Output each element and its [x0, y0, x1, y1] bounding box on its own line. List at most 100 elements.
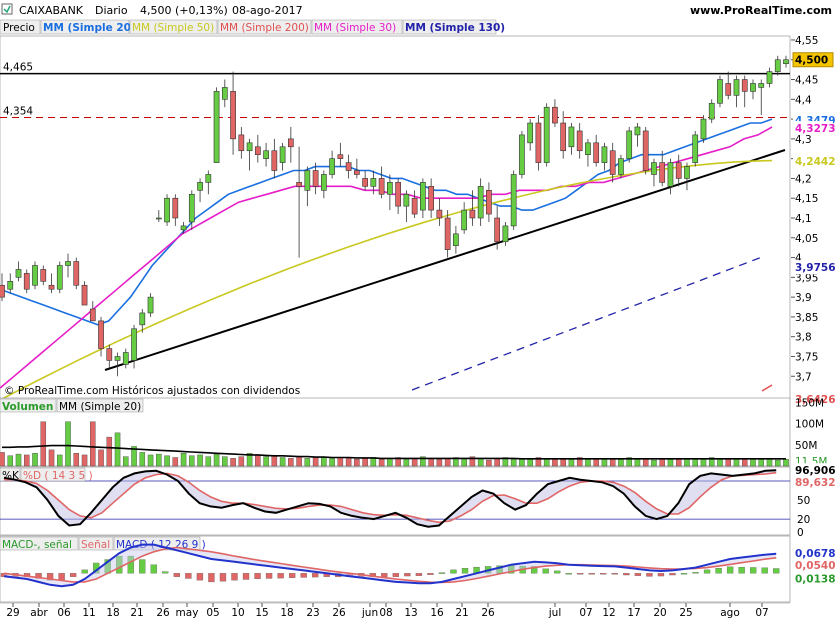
x-tick-label: 26: [332, 607, 346, 619]
volume-bar: [403, 459, 410, 467]
macd-hist-bar: [554, 570, 561, 574]
x-tick-label: 06: [57, 607, 71, 619]
x-tick-label: 08: [379, 607, 392, 619]
volume-panel[interactable]: Volumen MM (Simple 20) 150M100M50M11,5M: [0, 397, 833, 469]
volume-bar: [32, 453, 38, 467]
macd-hist-bar: [219, 573, 227, 582]
macd-hist-bar: [312, 573, 319, 578]
volume-bar: [651, 459, 657, 467]
candle-body: [766, 71, 773, 84]
volume-bar: [263, 456, 269, 467]
candle-body: [486, 190, 492, 215]
volume-bar: [57, 454, 63, 467]
macd-hist-bar: [738, 566, 745, 574]
volume-bar: [123, 456, 129, 467]
x-tick-label: 18: [106, 607, 119, 619]
volume-bar: [387, 458, 393, 467]
volume-bar: [114, 432, 121, 467]
x-tick-label: 07: [755, 607, 768, 619]
macd-hist-bar: [692, 572, 699, 574]
volume-tick-label: 100M: [795, 419, 824, 431]
candle: [642, 127, 649, 175]
quote-label: 4,500 (+0,13%): [140, 4, 228, 17]
macd-hist-bar: [162, 571, 169, 574]
macd-panel[interactable]: MACD-, señal Señal MACD ( 12 26 9 )0,06780…: [0, 535, 835, 603]
volume-bar: [774, 459, 781, 467]
candle-body: [535, 122, 542, 163]
candle-body: [420, 182, 426, 211]
candle-body: [271, 150, 278, 171]
volume-bar: [750, 459, 756, 467]
macd-hist-bar: [750, 567, 757, 574]
candle-body: [436, 209, 443, 219]
price-tick-label: 3,75: [795, 351, 818, 363]
macd-hist-bar: [761, 567, 768, 574]
candle-body: [238, 134, 245, 152]
candle-body: [444, 217, 451, 250]
volume-bar: [675, 459, 682, 467]
x-tick-label: 16: [430, 607, 444, 619]
volume-bar: [494, 458, 500, 467]
x-tick-label: 26: [156, 607, 170, 619]
candle-body: [626, 130, 633, 159]
volume-tick-label: 150M: [795, 397, 824, 409]
macd-hist-bar: [58, 573, 65, 581]
volume-bar: [23, 454, 30, 467]
volume-bar: [725, 459, 731, 467]
candle-body: [221, 87, 228, 100]
volume-bar: [634, 459, 641, 467]
volume-bar: [189, 455, 195, 467]
x-tick-label: abr: [30, 607, 48, 619]
volume-bar: [65, 421, 71, 467]
candle-body: [246, 142, 253, 152]
stoch-plot-area: [0, 466, 791, 536]
candle-body: [197, 182, 203, 191]
signal-legend-label: Señal: [81, 539, 110, 551]
stochastic-panel[interactable]: 8050200%K%D ( 14 3 5 )96,90689,632: [0, 463, 835, 539]
site-label: www.ProRealTime.com: [690, 4, 832, 17]
hist-value: 0,0138: [795, 573, 835, 585]
candle-body: [15, 269, 22, 278]
candle-body: [48, 284, 55, 290]
candle-body: [254, 146, 261, 155]
volume-bar: [444, 458, 451, 467]
volume-bar: [552, 459, 558, 467]
volume-bar: [288, 458, 294, 467]
candle-body: [304, 170, 311, 191]
value-badge-label: 4,500: [795, 55, 828, 67]
candle-body: [287, 138, 294, 148]
volume-bar: [354, 459, 360, 467]
macd-hist-bar: [646, 573, 653, 577]
macd-legend-label: MACD-, señal: [2, 539, 72, 551]
candle: [626, 127, 633, 163]
x-tick-label: 07: [579, 607, 592, 619]
candle-body: [708, 102, 715, 120]
candle-body: [576, 130, 583, 152]
candle-body: [378, 178, 385, 195]
candle-body: [362, 178, 368, 187]
macd-hist-bar: [196, 573, 204, 581]
volume-bar: [329, 458, 335, 467]
candle-body: [428, 186, 434, 211]
x-tick-label: jul: [548, 607, 562, 619]
price-panel[interactable]: 4,554,54,454,44,354,34,254,24,154,14,054…: [0, 35, 835, 406]
x-tick-label: 05: [206, 607, 219, 619]
candle-body: [733, 79, 740, 96]
candle-body: [725, 83, 732, 96]
candle-body: [642, 130, 649, 171]
macd-hist-bar: [392, 573, 400, 577]
candle-body: [263, 150, 269, 159]
x-tick-label: 10: [231, 607, 244, 619]
volume-bar: [337, 457, 344, 467]
macd-hist-bar: [577, 573, 584, 575]
price-tick-label: 3,7: [795, 371, 812, 383]
macd-hist-bar: [208, 573, 215, 583]
level-label: 4,465: [3, 62, 33, 74]
volume-bar: [296, 456, 302, 467]
candle-body: [403, 193, 410, 207]
volume-ma-label: MM (Simple 20): [59, 401, 141, 413]
candle-body: [40, 269, 47, 282]
chart-window: CAIXABANK Diario 4,500 (+0,13%) 08-ago-2…: [0, 0, 835, 620]
candle-body: [188, 193, 195, 223]
candle-body: [675, 162, 682, 179]
